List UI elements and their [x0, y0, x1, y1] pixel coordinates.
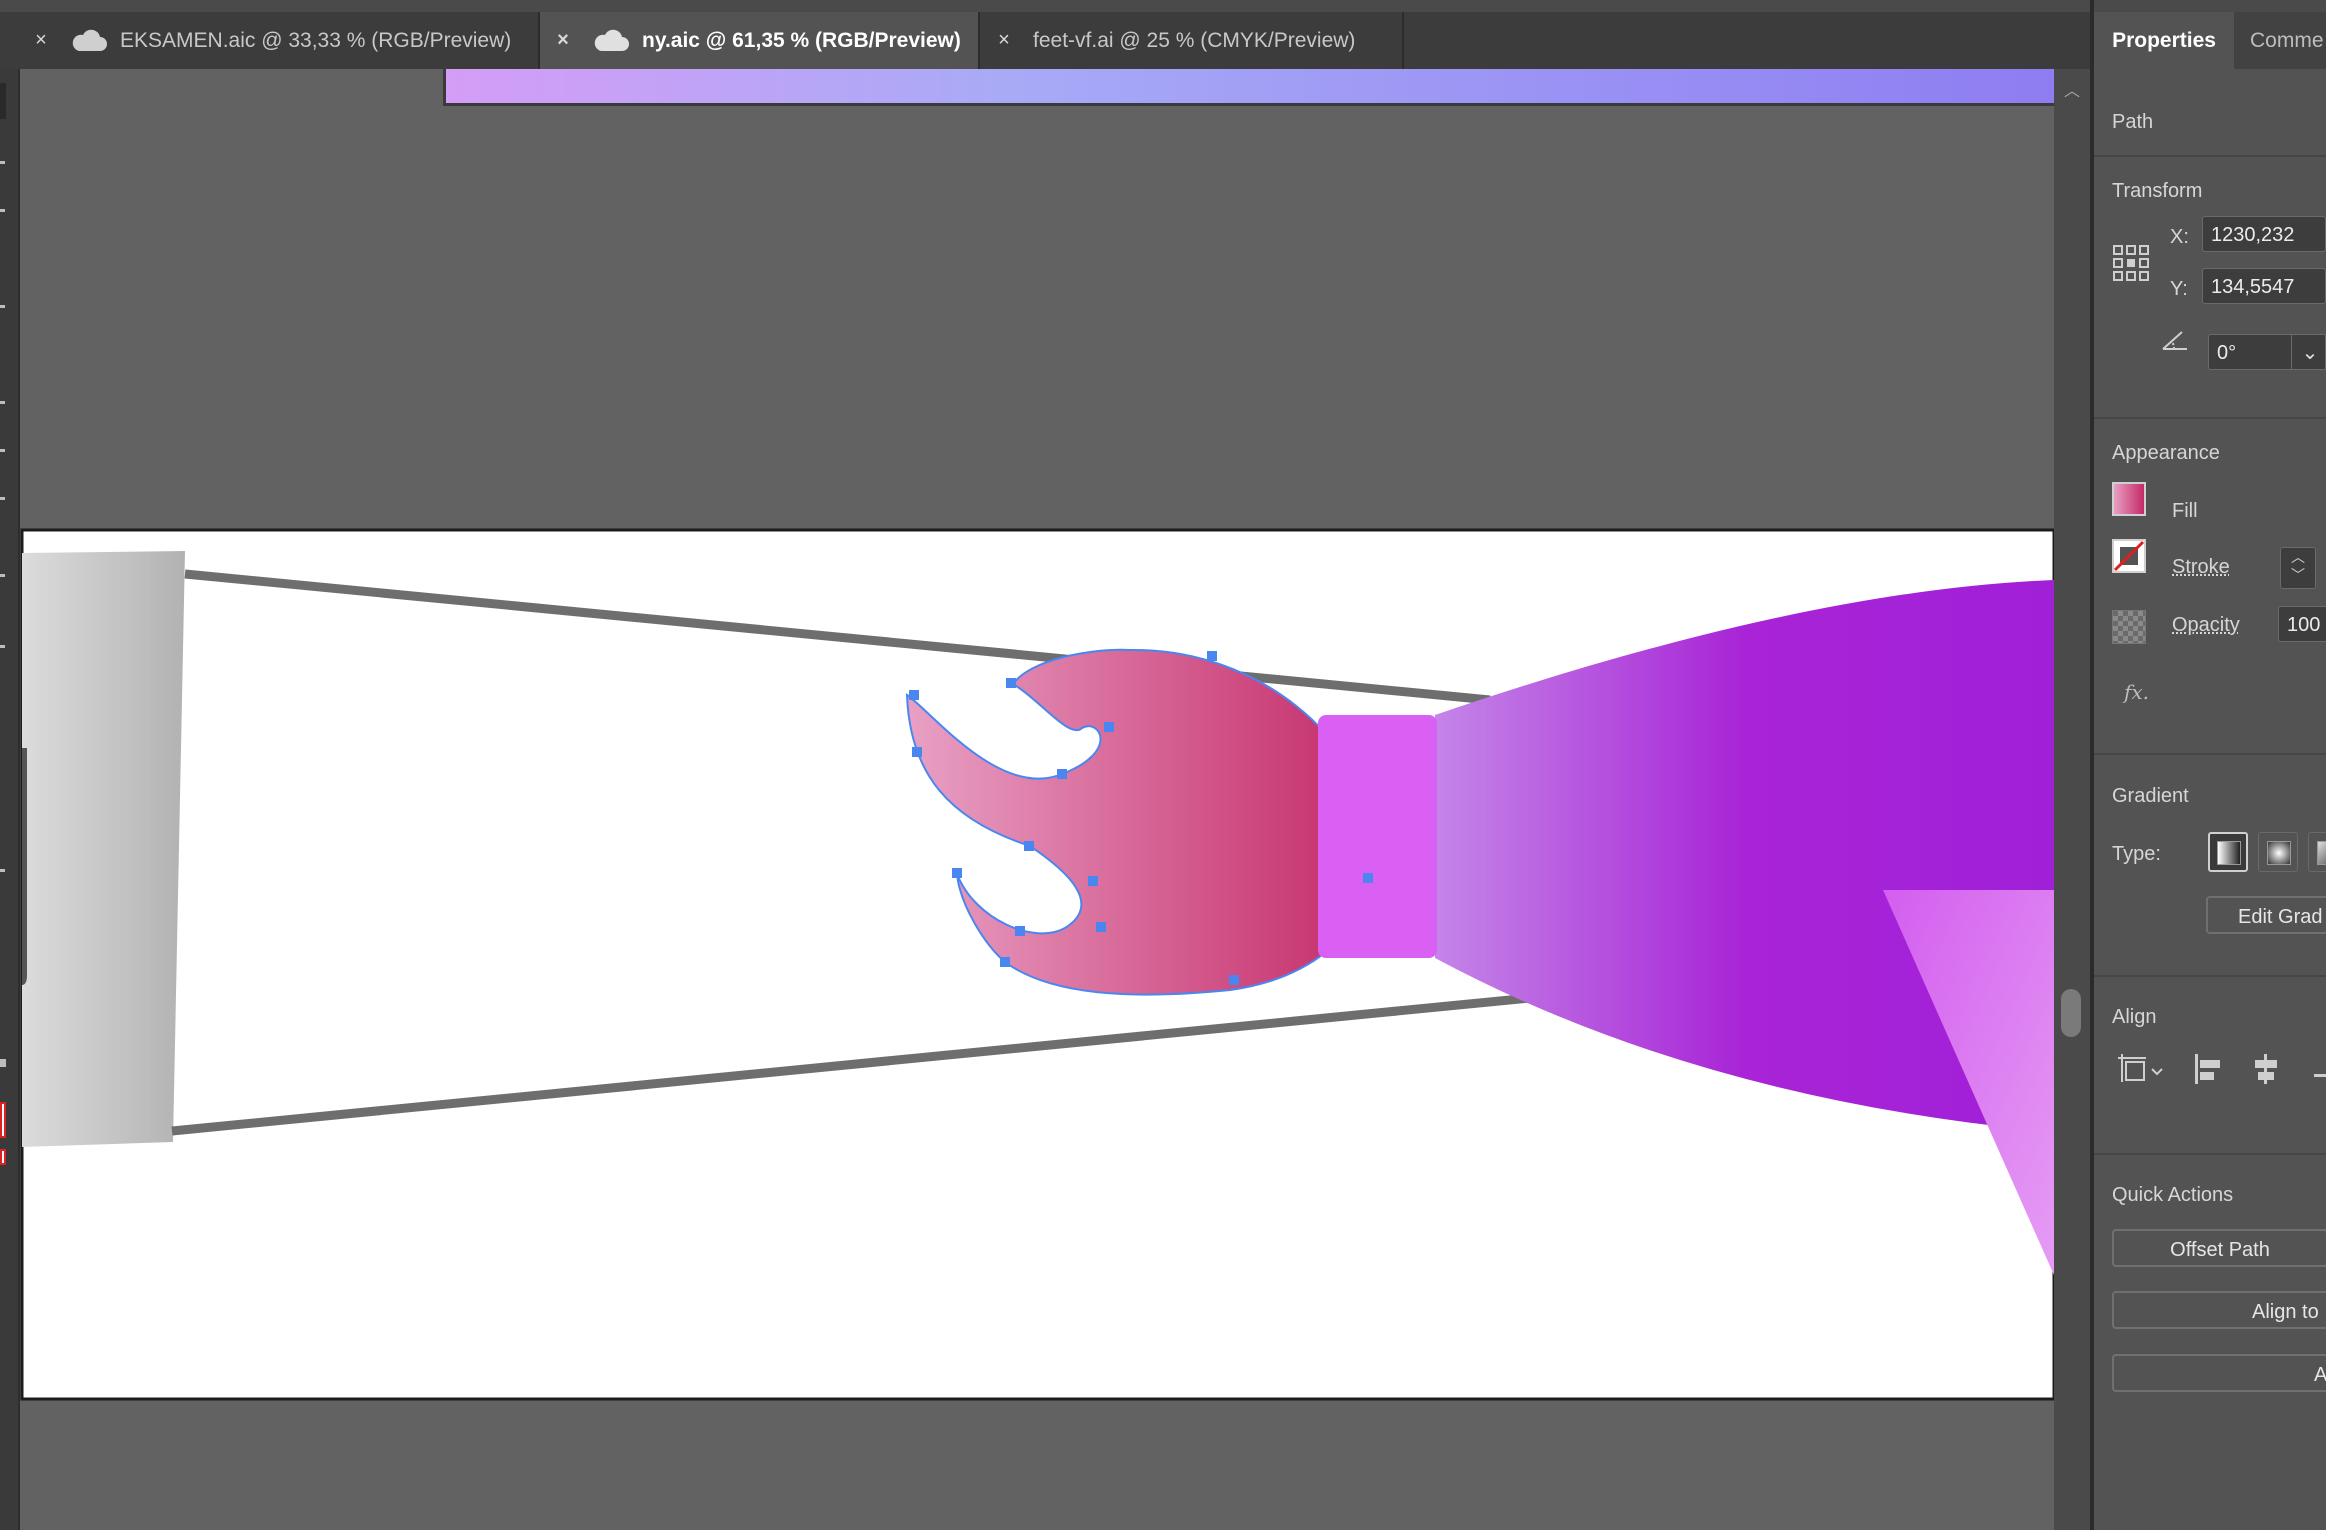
offset-path-button[interactable]: Offset Path [2112, 1229, 2326, 1267]
x-position-field[interactable]: 1230,232 [2202, 216, 2326, 252]
tab-label: EKSAMEN.aic @ 33,33 % (RGB/Preview) [120, 28, 512, 52]
divider [2094, 1153, 2326, 1155]
tool-icon[interactable] [0, 209, 5, 212]
artwork[interactable] [20, 69, 2054, 1530]
gray-shape [22, 551, 185, 1147]
edit-gradient-button[interactable]: Edit Grad [2206, 896, 2326, 934]
stroke-swatch-icon[interactable] [0, 1149, 6, 1165]
align-horizontal-center-icon[interactable] [2250, 1052, 2282, 1086]
y-label: Y: [2170, 278, 2188, 300]
stroke-weight-stepper[interactable]: ︿ ﹀ [2280, 547, 2316, 589]
rotate-value: 0° [2217, 342, 2237, 364]
window-top-bar [0, 0, 2326, 12]
quick-actions-heading: Quick Actions [2112, 1184, 2234, 1206]
scroll-up-icon[interactable]: ︿ [2064, 77, 2080, 101]
opacity-field[interactable]: 100 [2278, 606, 2326, 642]
linear-gradient-icon [2217, 841, 2241, 865]
tool-icon[interactable] [0, 305, 5, 308]
appearance-heading: Appearance [2112, 442, 2220, 464]
rotate-angle-icon [2162, 331, 2187, 350]
divider [2094, 417, 2326, 419]
reference-point-icon[interactable] [2112, 244, 2150, 282]
divider [2094, 753, 2326, 755]
fill-swatch[interactable] [2112, 482, 2146, 516]
cloud-icon [72, 29, 107, 51]
chevron-down-icon[interactable]: ⌄ [2291, 335, 2325, 369]
align-left-icon[interactable] [2192, 1052, 2224, 1086]
fx-icon[interactable]: fx. [2124, 680, 2149, 704]
divider [2094, 155, 2326, 157]
radial-gradient-button[interactable] [2258, 832, 2298, 872]
freeform-gradient-icon [2317, 841, 2326, 865]
align-to-selection-icon[interactable] [2116, 1052, 2166, 1086]
arrange-button[interactable]: Arr [2112, 1354, 2326, 1392]
close-icon[interactable]: × [995, 29, 1013, 52]
document-tab-ny[interactable]: × ny.aic @ 61,35 % (RGB/Preview) [540, 12, 980, 69]
tool-icon[interactable] [0, 401, 5, 404]
gradient-strip-artwork [445, 69, 2054, 104]
tab-label: feet-vf.ai @ 25 % (CMYK/Preview) [1033, 28, 1356, 52]
opacity-label[interactable]: Opacity [2172, 614, 2240, 637]
align-right-icon[interactable] [2308, 1052, 2326, 1086]
fill-swatch-icon[interactable] [0, 1102, 6, 1138]
scroll-thumb[interactable] [2061, 989, 2081, 1037]
close-icon[interactable]: × [32, 29, 50, 52]
selection-type-label: Path [2112, 111, 2154, 133]
tool-icon[interactable] [0, 574, 5, 577]
document-tab-eksamen[interactable]: × EKSAMEN.aic @ 33,33 % (RGB/Preview) [0, 12, 540, 69]
align-heading: Align [2112, 1006, 2157, 1028]
cloud-icon [594, 29, 629, 51]
opacity-checker-icon [2112, 610, 2146, 644]
transform-heading: Transform [2112, 180, 2203, 202]
linear-gradient-button[interactable] [2208, 832, 2248, 872]
stroke-none-swatch[interactable] [2112, 539, 2146, 573]
tool-icon[interactable] [0, 449, 5, 452]
tab-properties[interactable]: Properties [2094, 12, 2234, 69]
align-to-button[interactable]: Align to [2112, 1291, 2326, 1329]
tools-panel [0, 69, 20, 1530]
tool-icon[interactable] [0, 161, 5, 164]
freeform-gradient-button[interactable] [2308, 832, 2326, 872]
gradient-heading: Gradient [2112, 785, 2189, 807]
y-position-field[interactable]: 134,5547 [2202, 268, 2326, 304]
tool-icon[interactable] [0, 869, 5, 872]
tool-icon[interactable] [0, 645, 5, 648]
tool-selected-indicator[interactable] [0, 83, 6, 119]
tab-comments[interactable]: Comme [2250, 12, 2324, 69]
gradient-type-label: Type: [2112, 843, 2161, 865]
panel-footer [2094, 1512, 2326, 1530]
panel-tab-bar: Properties Comme [2094, 12, 2326, 69]
stroke-label[interactable]: Stroke [2172, 556, 2230, 579]
document-tab-bar: × EKSAMEN.aic @ 33,33 % (RGB/Preview) × … [0, 12, 2090, 69]
fill-label: Fill [2172, 500, 2198, 522]
tab-label: ny.aic @ 61,35 % (RGB/Preview) [642, 28, 961, 52]
properties-panel: Properties Comme Path Transform X: 1230,… [2094, 12, 2326, 1530]
divider [2094, 975, 2326, 977]
swap-colors-icon[interactable] [0, 1059, 6, 1067]
document-tab-feet[interactable]: × feet-vf.ai @ 25 % (CMYK/Preview) [980, 12, 1404, 69]
rotate-field[interactable]: 0° ⌄ [2208, 334, 2326, 370]
brush-ferrule-shape [1318, 715, 1437, 958]
canvas[interactable] [20, 69, 2054, 1530]
vertical-scrollbar[interactable]: ︿ [2054, 69, 2090, 1530]
close-icon[interactable]: × [554, 29, 572, 52]
tool-icon[interactable] [0, 497, 5, 500]
x-label: X: [2170, 226, 2189, 248]
radial-gradient-icon [2267, 841, 2291, 865]
